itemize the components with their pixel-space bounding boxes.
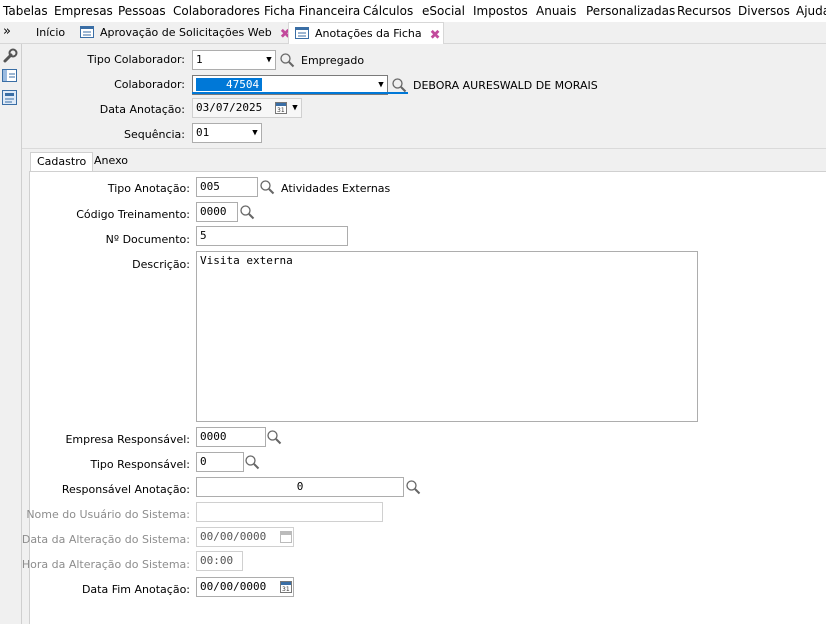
data-alteracao-value: 00/00/0000 [200, 530, 267, 543]
tipo-colaborador-select[interactable]: 1 ▼ [192, 50, 276, 70]
chevron-down-icon[interactable]: ▼ [263, 53, 275, 67]
search-icon[interactable] [244, 454, 260, 470]
tab-cadastro[interactable]: Cadastro [30, 152, 94, 172]
menu-bar: Tabelas Empresas Pessoas Colaboradores F… [0, 0, 826, 22]
notes-icon[interactable] [2, 90, 18, 106]
chevron-down-icon[interactable]: ▼ [375, 78, 387, 92]
nome-usuario-input [196, 502, 383, 522]
tipo-anotacao-label: Tipo Anotação: [107, 182, 190, 195]
tipo-anotacao-value: 005 [200, 180, 220, 193]
tab-anotacoes[interactable]: Anotações da Ficha ✖ [288, 22, 444, 44]
tipo-colaborador-value: 1 [196, 53, 203, 66]
tipo-anotacao-desc: Atividades Externas [281, 182, 391, 195]
descricao-textarea[interactable]: Visita externa [196, 251, 698, 422]
menu-ficha-financeira[interactable]: Ficha Financeira [264, 4, 360, 18]
descricao-value: Visita externa [200, 254, 293, 267]
sequencia-select[interactable]: 01 ▼ [192, 123, 262, 143]
colaborador-label: Colaborador: [114, 78, 185, 91]
numero-documento-label: Nº Documento: [105, 233, 190, 246]
tab-inicio[interactable]: Início [28, 22, 70, 44]
tab-strip: » Início Aprovação de Solicitações Web ✖ … [0, 22, 826, 44]
colaborador-name: DEBORA AURESWALD DE MORAIS [413, 79, 598, 92]
responsavel-anotacao-input[interactable]: 0 [196, 477, 404, 497]
menu-ajuda[interactable]: Ajuda [796, 4, 826, 18]
data-anotacao-value: 03/07/2025 [196, 101, 263, 114]
menu-anuais[interactable]: Anuais [536, 4, 576, 18]
numero-documento-input[interactable]: 5 [196, 226, 348, 246]
menu-personalizadas[interactable]: Personalizadas [586, 4, 675, 18]
search-icon[interactable] [391, 77, 407, 93]
menu-impostos[interactable]: Impostos [473, 4, 528, 18]
sequencia-value: 01 [196, 126, 210, 139]
wrench-icon[interactable] [2, 48, 18, 64]
numero-documento-value: 5 [200, 229, 207, 242]
tipo-responsavel-input[interactable]: 0 [196, 452, 244, 472]
tipo-responsavel-label: Tipo Responsável: [90, 458, 191, 471]
calendar-icon[interactable]: 31 [280, 581, 292, 593]
tipo-responsavel-value: 0 [200, 455, 207, 468]
nome-usuario-label: Nome do Usuário do Sistema: [26, 508, 190, 521]
svg-text:31: 31 [282, 586, 290, 593]
codigo-treinamento-value: 0000 [200, 205, 227, 218]
hora-alteracao-label: Hora da Alteração do Sistema: [21, 558, 190, 571]
menu-empresas[interactable]: Empresas [54, 4, 113, 18]
tab-anexo[interactable]: Anexo [88, 152, 134, 172]
menu-esocial[interactable]: eSocial [422, 4, 465, 18]
focus-underline [192, 92, 408, 94]
menu-recursos[interactable]: Recursos [677, 4, 731, 18]
data-alteracao-input: 00/00/0000 [196, 527, 294, 547]
search-icon[interactable] [405, 479, 421, 495]
tab-anexo-label: Anexo [94, 154, 128, 167]
tipo-colaborador-desc: Empregado [301, 54, 365, 67]
chevron-down-icon[interactable]: ▼ [289, 101, 301, 115]
form-window-icon [295, 27, 309, 39]
data-fim-value: 00/00/0000 [200, 580, 267, 593]
chevron-down-icon[interactable]: ▼ [249, 126, 261, 140]
data-anotacao-input[interactable]: 03/07/2025 31 ▼ [192, 98, 302, 118]
form-window-icon [80, 26, 94, 38]
data-anotacao-label: Data Anotação: [99, 103, 185, 116]
data-fim-label: Data Fim Anotação: [81, 583, 190, 596]
menu-calculos[interactable]: Cálculos [363, 4, 413, 18]
empresa-responsavel-value: 0000 [200, 430, 227, 443]
tipo-anotacao-input[interactable]: 005 [196, 177, 258, 197]
search-icon[interactable] [239, 204, 255, 220]
search-icon[interactable] [259, 179, 275, 195]
tab-inicio-label: Início [36, 26, 66, 39]
responsavel-anotacao-value: 0 [296, 480, 304, 493]
tab-cadastro-label: Cadastro [37, 155, 87, 168]
tab-anotacoes-label: Anotações da Ficha [315, 27, 422, 40]
codigo-treinamento-label: Código Treinamento: [76, 208, 190, 221]
menu-tabelas[interactable]: Tabelas [3, 4, 48, 18]
search-icon[interactable] [279, 52, 295, 68]
collapse-chevron-icon[interactable]: » [3, 24, 11, 39]
tipo-colaborador-label: Tipo Colaborador: [87, 53, 185, 66]
data-alteracao-label: Data da Alteração do Sistema: [21, 533, 190, 546]
calendar-icon [280, 531, 292, 543]
menu-colaboradores[interactable]: Colaboradores [173, 4, 260, 18]
close-icon[interactable]: ✖ [430, 29, 441, 42]
codigo-treinamento-input[interactable]: 0000 [196, 202, 238, 222]
colaborador-value: 47504 [196, 78, 263, 91]
hora-alteracao-value: 00:00 [200, 554, 234, 567]
responsavel-anotacao-label: Responsável Anotação: [61, 483, 190, 496]
tab-aprovacao-label: Aprovação de Solicitações Web [100, 26, 272, 39]
search-icon[interactable] [266, 429, 282, 445]
menu-diversos[interactable]: Diversos [738, 4, 790, 18]
menu-pessoas[interactable]: Pessoas [118, 4, 166, 18]
data-fim-input[interactable]: 00/00/0000 31 [196, 577, 294, 597]
calendar-icon[interactable]: 31 [275, 102, 287, 114]
sequencia-label: Sequência: [124, 128, 185, 141]
hora-alteracao-input: 00:00 [196, 551, 243, 571]
empresa-responsavel-input[interactable]: 0000 [196, 427, 266, 447]
svg-text:31: 31 [277, 107, 285, 114]
content-tab-strip: Cadastro Anexo [22, 149, 826, 172]
empresa-responsavel-label: Empresa Responsável: [65, 433, 190, 446]
tab-aprovacao[interactable]: Aprovação de Solicitações Web ✖ [72, 22, 291, 44]
descricao-label: Descrição: [132, 258, 190, 271]
form-icon[interactable] [2, 69, 18, 83]
left-toolbar [0, 44, 22, 624]
